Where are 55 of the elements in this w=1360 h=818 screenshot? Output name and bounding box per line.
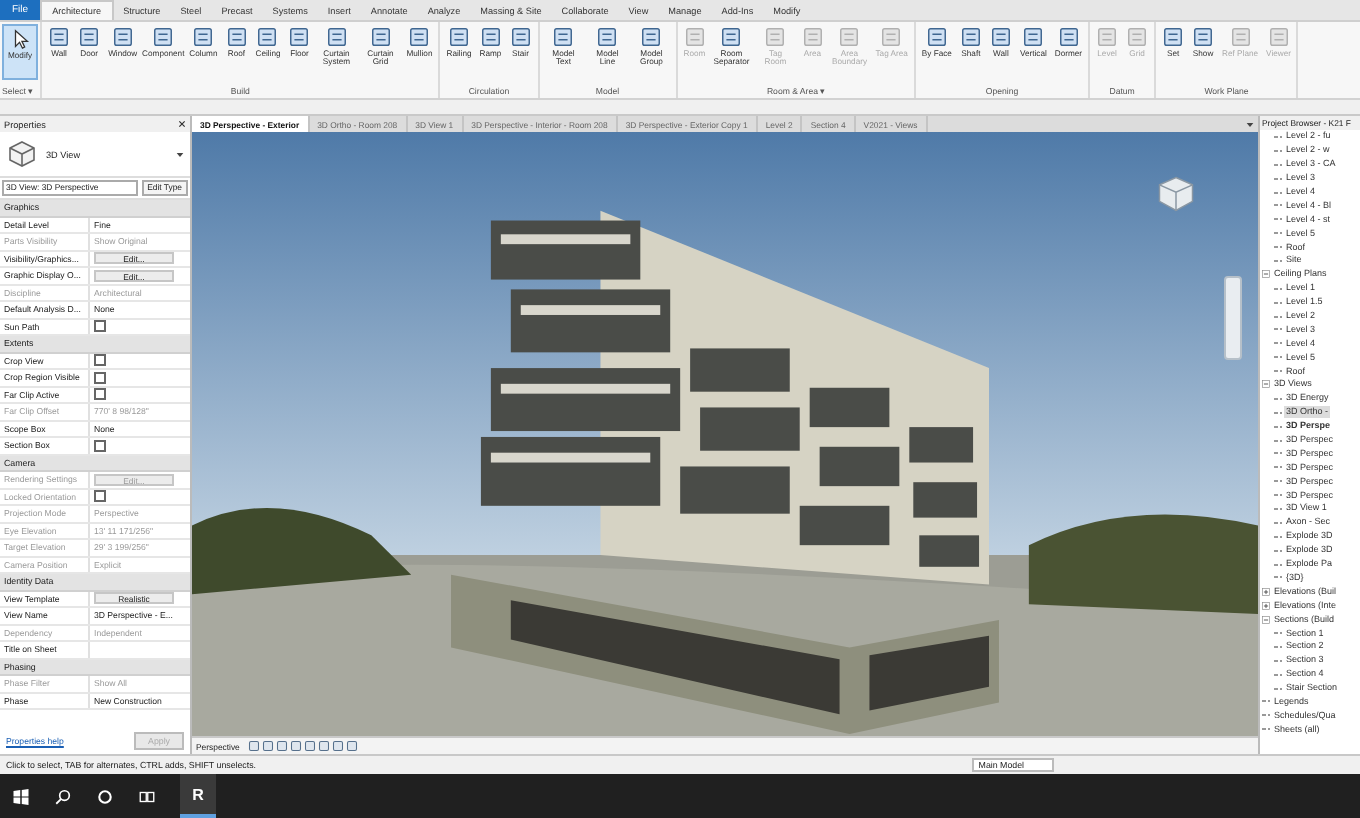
expand-toggle-icon[interactable] [1262,380,1270,389]
tool-icon [225,26,248,48]
tool-icon [1267,26,1290,48]
close-icon[interactable] [178,120,186,128]
tool-icon [959,26,982,48]
task-view-icon[interactable] [138,787,156,805]
tool-icon [801,26,824,48]
property-checkbox[interactable] [94,388,106,401]
tool-icon [720,26,743,48]
tool-icon [1126,26,1149,48]
tool-icon [447,26,470,48]
expand-toggle-icon[interactable] [1262,587,1270,596]
property-checkbox[interactable] [94,439,106,452]
app-taskbar-button[interactable]: R [180,774,216,818]
expand-toggle-icon[interactable] [1262,270,1270,279]
view-cube-icon[interactable] [1154,172,1198,216]
tool-icon [925,26,948,48]
tool-icon [408,26,431,48]
tool-icon [596,26,619,48]
tool-icon [1057,26,1080,48]
tool-icon [1229,26,1252,48]
tool-icon [288,26,311,48]
tool-icon [640,26,663,48]
house-cube-icon [6,138,38,170]
property-checkbox[interactable] [94,354,106,367]
caret-icon [176,151,184,157]
tool-icon [111,26,134,48]
cursor-arrow-icon [9,28,32,50]
tool-icon [256,26,279,48]
tool-icon [78,26,101,48]
tabs-dropdown-icon[interactable] [1246,121,1254,127]
tool-icon [325,26,348,48]
expand-toggle-icon[interactable] [1262,601,1270,610]
tool-icon [880,26,903,48]
circle-icon[interactable] [96,787,114,805]
tool-icon [1022,26,1045,48]
tool-icon [479,26,502,48]
tool-icon [838,26,861,48]
tool-icon [509,26,532,48]
tool-icon [552,26,575,48]
tool-icon [1162,26,1185,48]
tool-icon [989,26,1012,48]
tool-icon [48,26,71,48]
tool-icon [1096,26,1119,48]
search-icon[interactable] [54,787,72,805]
property-checkbox[interactable] [94,320,106,333]
tool-icon [369,26,392,48]
windows-start-icon[interactable] [12,787,30,805]
property-checkbox[interactable] [94,371,106,384]
tool-icon [192,26,215,48]
tool-icon [764,26,787,48]
tool-icon [152,26,175,48]
tool-icon [1192,26,1215,48]
expand-toggle-icon[interactable] [1262,615,1270,624]
tool-icon [683,26,706,48]
